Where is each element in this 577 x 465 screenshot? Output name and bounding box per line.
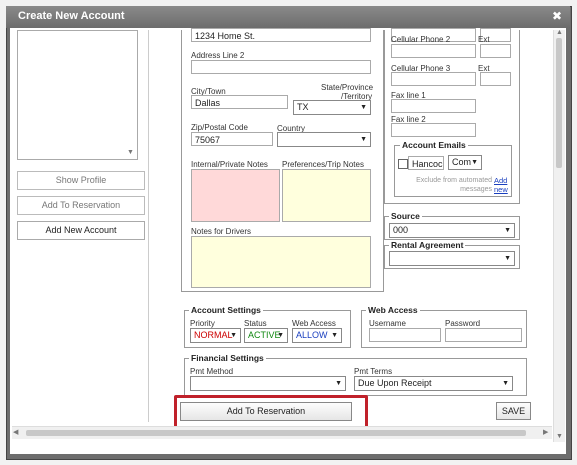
dialog-title: Create New Account (18, 10, 125, 22)
rental-agreement-legend: Rental Agreement (389, 240, 466, 250)
pmt-method-select[interactable]: ▼ (190, 376, 346, 391)
add-to-reservation-button[interactable]: Add To Reservation (180, 402, 352, 421)
account-settings-legend: Account Settings (189, 305, 263, 315)
close-icon[interactable]: ✖ (552, 9, 562, 23)
email-type-value: Com (452, 157, 472, 167)
cell2-label: Cellular Phone 2 (391, 35, 451, 44)
horizontal-scrollbar[interactable]: ◀ ▶ (12, 426, 552, 439)
password-label: Password (445, 319, 481, 328)
internal-notes-label: Internal/Private Notes (191, 160, 268, 169)
account-emails-legend: Account Emails (400, 140, 468, 150)
vertical-scroll-thumb[interactable] (556, 38, 562, 168)
internal-notes-textarea[interactable] (191, 169, 280, 222)
add-new-email-link[interactable]: Add new (494, 176, 510, 194)
chevron-down-icon: ▼ (502, 380, 509, 387)
vertical-scrollbar[interactable]: ▲ ▼ (553, 29, 565, 442)
chevron-down-icon: ▼ (504, 255, 511, 262)
web-access-setting-label: Web Access (292, 319, 336, 328)
address-line2-label: Address Line 2 (191, 51, 245, 60)
drivers-notes-label: Notes for Drivers (191, 227, 252, 236)
scroll-up-icon[interactable]: ▲ (556, 29, 563, 36)
country-select[interactable]: ▼ (277, 132, 371, 147)
preferences-notes-textarea[interactable] (282, 169, 371, 222)
email-input[interactable]: Hancock (408, 156, 444, 170)
web-access-select[interactable]: ALLOW ▼ (292, 328, 342, 343)
email-type-select[interactable]: Com ▼ (448, 155, 482, 170)
email-checkbox[interactable] (398, 159, 408, 169)
priority-label: Priority (190, 319, 215, 328)
password-input[interactable] (445, 328, 522, 342)
chevron-down-icon: ▼ (471, 159, 478, 166)
chevron-down-icon: ▼ (504, 227, 511, 234)
scroll-left-icon[interactable]: ◀ (13, 428, 18, 436)
horizontal-scroll-thumb[interactable] (26, 430, 526, 436)
state-select[interactable]: TX ▼ (293, 100, 371, 115)
drivers-notes-textarea[interactable] (191, 236, 371, 288)
address-line1-input[interactable]: 1234 Home St. (191, 28, 371, 42)
state-label-1: State/Province (321, 83, 374, 92)
address-line2-input[interactable] (191, 60, 371, 74)
chevron-down-icon: ▼ (230, 332, 237, 339)
dialog-titlebar[interactable]: Create New Account ✖ (6, 6, 570, 28)
source-legend: Source (389, 211, 422, 221)
scroll-down-icon[interactable]: ▼ (556, 433, 563, 440)
source-select[interactable]: 000 ▼ (389, 223, 515, 238)
pmt-terms-select[interactable]: Due Upon Receipt ▼ (354, 376, 513, 391)
left-add-to-reservation-button[interactable]: Add To Reservation (17, 196, 145, 215)
scroll-down-icon[interactable]: ▼ (127, 149, 134, 156)
status-label: Status (244, 319, 267, 328)
chevron-down-icon: ▼ (277, 332, 284, 339)
zip-label: Zip/Postal Code (191, 123, 248, 132)
priority-select[interactable]: NORMAL ▼ (190, 328, 241, 343)
web-access-legend: Web Access (366, 305, 420, 315)
rental-agreement-select[interactable]: ▼ (389, 251, 515, 266)
priority-value: NORMAL (194, 330, 233, 340)
pmt-terms-label: Pmt Terms (354, 367, 393, 376)
username-label: Username (369, 319, 406, 328)
show-profile-button[interactable]: Show Profile (17, 171, 145, 190)
fax-line-2-input[interactable] (391, 123, 476, 137)
cell2-ext-label: Ext (478, 35, 490, 44)
financial-settings-legend: Financial Settings (189, 353, 266, 363)
zip-input[interactable]: 75067 (191, 132, 273, 146)
status-select[interactable]: ACTIVE ▼ (244, 328, 288, 343)
preferences-notes-label: Preferences/Trip Notes (282, 160, 364, 169)
state-select-value: TX (297, 102, 309, 112)
username-input[interactable] (369, 328, 441, 342)
cellular-phone-3-input[interactable] (391, 72, 476, 86)
panel-divider (148, 30, 149, 422)
account-list[interactable]: ▼ (17, 30, 138, 160)
chevron-down-icon: ▼ (360, 104, 367, 111)
cellular-phone-2-ext-input[interactable] (480, 44, 511, 58)
add-new-account-button[interactable]: Add New Account (17, 221, 145, 240)
status-value: ACTIVE (248, 330, 281, 340)
pmt-terms-value: Due Upon Receipt (358, 378, 432, 388)
cellular-phone-3-ext-input[interactable] (480, 72, 511, 86)
chevron-down-icon: ▼ (335, 380, 342, 387)
web-access-value: ALLOW (296, 330, 328, 340)
city-input[interactable]: Dallas (191, 95, 288, 109)
source-select-value: 000 (393, 225, 409, 235)
chevron-down-icon: ▼ (360, 136, 367, 143)
fax-line-1-input[interactable] (391, 99, 476, 113)
cellular-phone-2-input[interactable] (391, 44, 476, 58)
scroll-right-icon[interactable]: ▶ (543, 428, 548, 436)
save-button[interactable]: SAVE (496, 402, 531, 420)
chevron-down-icon: ▼ (331, 332, 338, 339)
pmt-method-label: Pmt Method (190, 367, 234, 376)
exclude-automated-text: Exclude from automated messages (416, 177, 492, 193)
